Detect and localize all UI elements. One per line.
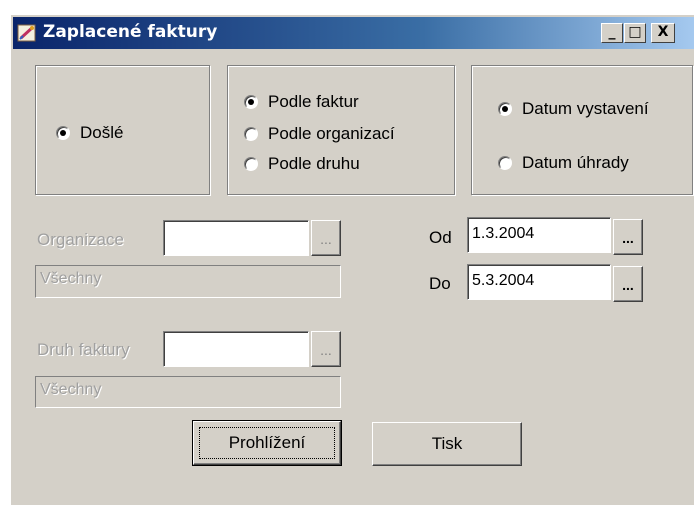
type-group: Došlé (35, 65, 210, 195)
organization-label: Organizace (37, 230, 124, 249)
sort-group: Podle faktur Podle organizací Podle druh… (227, 65, 455, 195)
radio-datum-uhrady-indicator[interactable] (498, 156, 512, 170)
organization-selection: Všechny (35, 265, 341, 298)
title-bar[interactable]: Zaplacené faktury _ □ X (13, 17, 694, 49)
close-button[interactable]: X (651, 23, 675, 43)
radio-podle-druhu[interactable]: Podle druhu (244, 154, 360, 174)
date-to-label: Do (429, 274, 451, 293)
invoice-type-input[interactable] (163, 331, 309, 367)
radio-datum-vystaveni-label: Datum vystavení (522, 99, 649, 118)
radio-podle-faktur-indicator[interactable] (244, 95, 258, 109)
app-icon (17, 24, 36, 42)
date-from-label: Od (429, 228, 452, 247)
radio-podle-organizaci-indicator[interactable] (244, 127, 258, 141)
radio-datum-vystaveni-indicator[interactable] (498, 102, 512, 116)
focus-indicator (199, 427, 335, 459)
print-button[interactable]: Tisk (372, 422, 522, 466)
organization-input[interactable] (163, 220, 309, 256)
invoice-type-selection: Všechny (35, 376, 341, 408)
radio-datum-uhrady[interactable]: Datum úhrady (498, 153, 629, 173)
invoice-type-browse-button[interactable]: ... (311, 331, 341, 367)
preview-button[interactable]: Prohlížení (192, 420, 342, 466)
organization-browse-button[interactable]: ... (311, 220, 341, 256)
window-title: Zaplacené faktury (43, 22, 218, 42)
dialog-window: Zaplacené faktury _ □ X Došlé Podle fakt… (10, 14, 694, 505)
radio-dosle-label: Došlé (80, 123, 124, 142)
radio-dosle-indicator[interactable] (56, 126, 70, 140)
date-type-group: Datum vystavení Datum úhrady (471, 65, 693, 195)
radio-podle-faktur[interactable]: Podle faktur (244, 92, 359, 112)
date-from-calendar-button[interactable]: ... (613, 219, 643, 255)
print-button-label: Tisk (431, 434, 463, 453)
date-to-input[interactable]: 5.3.2004 (467, 264, 611, 300)
minimize-button[interactable]: _ (601, 23, 623, 43)
radio-podle-organizaci-label: Podle organizací (268, 124, 395, 143)
radio-podle-organizaci[interactable]: Podle organizací (244, 124, 395, 144)
invoice-type-label: Druh faktury (37, 340, 130, 359)
date-to-calendar-button[interactable]: ... (613, 266, 643, 302)
date-from-input[interactable]: 1.3.2004 (467, 217, 611, 253)
radio-podle-druhu-indicator[interactable] (244, 157, 258, 171)
radio-podle-druhu-label: Podle druhu (268, 154, 360, 173)
maximize-button[interactable]: □ (624, 23, 646, 43)
radio-datum-uhrady-label: Datum úhrady (522, 153, 629, 172)
radio-datum-vystaveni[interactable]: Datum vystavení (498, 99, 649, 119)
radio-dosle[interactable]: Došlé (56, 123, 123, 143)
radio-podle-faktur-label: Podle faktur (268, 92, 359, 111)
